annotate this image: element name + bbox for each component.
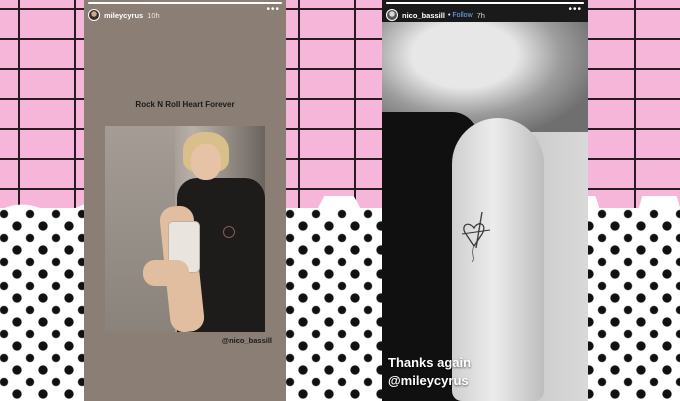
- timestamp: 7h: [476, 10, 485, 20]
- story-nico-bassill[interactable]: nico_bassill • Follow 7h ••• Thanks agai…: [382, 0, 588, 401]
- heart-dagger-tattoo: [461, 212, 491, 262]
- story-progress-bar: [386, 2, 584, 4]
- story-mileycyrus[interactable]: mileycyrus 10h ••• Rock N Roll Heart For…: [84, 0, 286, 401]
- caption-mention[interactable]: @mileycyrus: [388, 372, 471, 390]
- separator-dot: •: [447, 11, 451, 19]
- story-photo: [382, 22, 588, 401]
- story-caption: Thanks again @mileycyrus: [388, 354, 471, 390]
- timestamp: 10h: [147, 10, 160, 20]
- more-options-icon[interactable]: •••: [568, 5, 582, 15]
- story-progress-bar: [88, 2, 282, 4]
- story-header: mileycyrus 10h: [84, 6, 286, 24]
- username[interactable]: nico_bassill: [402, 11, 445, 20]
- caption-line: Thanks again: [388, 355, 472, 370]
- avatar[interactable]: [88, 9, 100, 21]
- avatar[interactable]: [386, 9, 398, 21]
- story-header: nico_bassill • Follow 7h: [382, 6, 588, 24]
- username[interactable]: mileycyrus: [104, 11, 143, 20]
- mention-sticker[interactable]: @nico_bassill: [222, 336, 272, 345]
- shared-post-title: Rock N Roll Heart Forever: [135, 100, 235, 109]
- more-options-icon[interactable]: •••: [266, 5, 280, 15]
- tattoo: [223, 226, 235, 238]
- shared-post-photo[interactable]: [105, 126, 265, 332]
- follow-button[interactable]: Follow: [452, 12, 472, 19]
